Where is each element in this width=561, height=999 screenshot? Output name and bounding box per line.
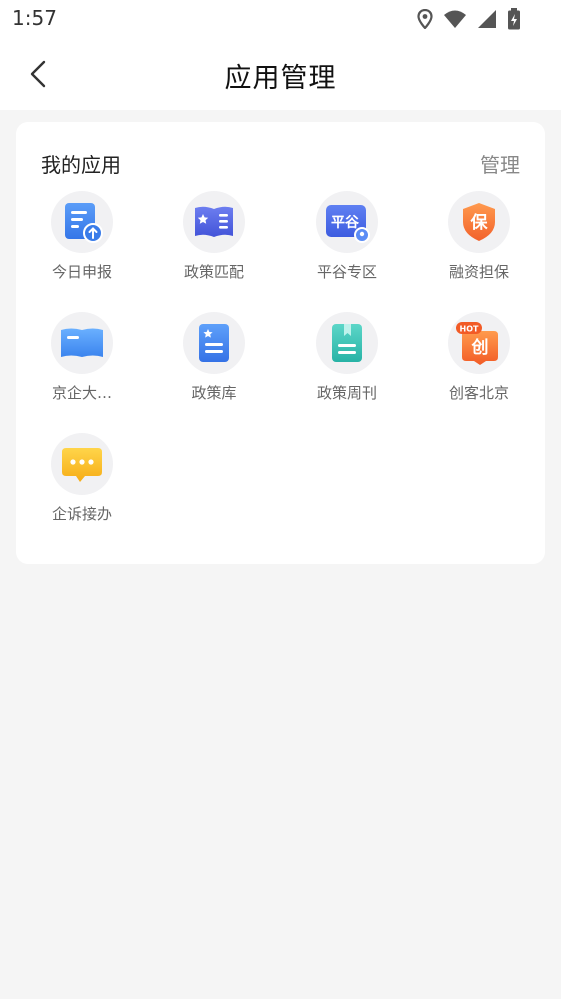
- star-document-icon: [199, 324, 229, 362]
- doc-upload-icon: [65, 203, 103, 243]
- nav-bar: 应用管理: [0, 40, 561, 110]
- battery-charging-icon: [508, 8, 520, 30]
- shield-guarantee-icon: 保: [463, 203, 495, 241]
- chat-bubble-icon: [62, 448, 102, 482]
- app-label: 京企大…: [51, 384, 112, 402]
- hot-create-icon: 创 HOT: [456, 322, 498, 365]
- app-icon-container: [51, 433, 113, 495]
- my-apps-card: 我的应用 管理 今日申报 政策匹配 平谷 平谷专区 保 融资担保 京企大… 政策…: [16, 122, 545, 564]
- app-label: 融资担保: [448, 263, 509, 281]
- icon-text: 平谷: [331, 215, 360, 231]
- pinggu-map-icon: 平谷: [326, 205, 370, 243]
- icon-text: 保: [470, 212, 489, 233]
- app-label: 政策周刊: [316, 384, 377, 402]
- location-icon: [417, 9, 433, 29]
- app-icon-container: [183, 191, 245, 253]
- status-icons: [417, 8, 521, 30]
- icon-text: 创: [471, 337, 489, 358]
- app-label: 平谷专区: [316, 263, 377, 281]
- app-item-zhengce-ku[interactable]: 政策库: [159, 312, 269, 403]
- bookmark-document-icon: [332, 324, 362, 362]
- app-icon-container: [51, 312, 113, 374]
- app-item-chuangke-beijing[interactable]: 创 HOT 创客北京: [424, 312, 534, 403]
- app-icon-container: [51, 191, 113, 253]
- app-icon-container: 平谷: [316, 191, 378, 253]
- signal-icon: [478, 10, 496, 28]
- app-item-jinri-shenbao[interactable]: 今日申报: [27, 191, 137, 282]
- app-label: 创客北京: [448, 384, 509, 402]
- app-item-jingqi-da[interactable]: 京企大…: [27, 312, 137, 403]
- app-label: 今日申报: [51, 263, 112, 281]
- app-item-zhengce-zhoukan[interactable]: 政策周刊: [292, 312, 402, 403]
- app-item-pinggu-zhuanqu[interactable]: 平谷 平谷专区: [292, 191, 402, 282]
- app-icon-container: [183, 312, 245, 374]
- manage-button[interactable]: 管理: [480, 149, 520, 178]
- hot-badge-text: HOT: [460, 325, 479, 334]
- app-label: 企诉接办: [51, 505, 112, 523]
- app-icon-container: [316, 312, 378, 374]
- page-title: 应用管理: [224, 63, 337, 94]
- open-book-icon: [195, 206, 233, 237]
- app-item-zhengce-pipei[interactable]: 政策匹配: [159, 191, 269, 282]
- app-icon-container: 创 HOT: [448, 312, 510, 374]
- status-time: 1:57: [12, 6, 57, 30]
- app-icon-container: 保: [448, 191, 510, 253]
- app-label: 政策库: [191, 384, 237, 402]
- app-item-rongzi-danbao[interactable]: 保 融资担保: [424, 191, 534, 282]
- blue-book-icon: [61, 328, 103, 357]
- status-bar: 1:57: [0, 0, 561, 40]
- wifi-icon: [444, 10, 466, 28]
- card-title: 我的应用: [41, 153, 121, 177]
- app-item-qisu-jieban[interactable]: 企诉接办: [27, 433, 137, 524]
- app-label: 政策匹配: [183, 263, 244, 281]
